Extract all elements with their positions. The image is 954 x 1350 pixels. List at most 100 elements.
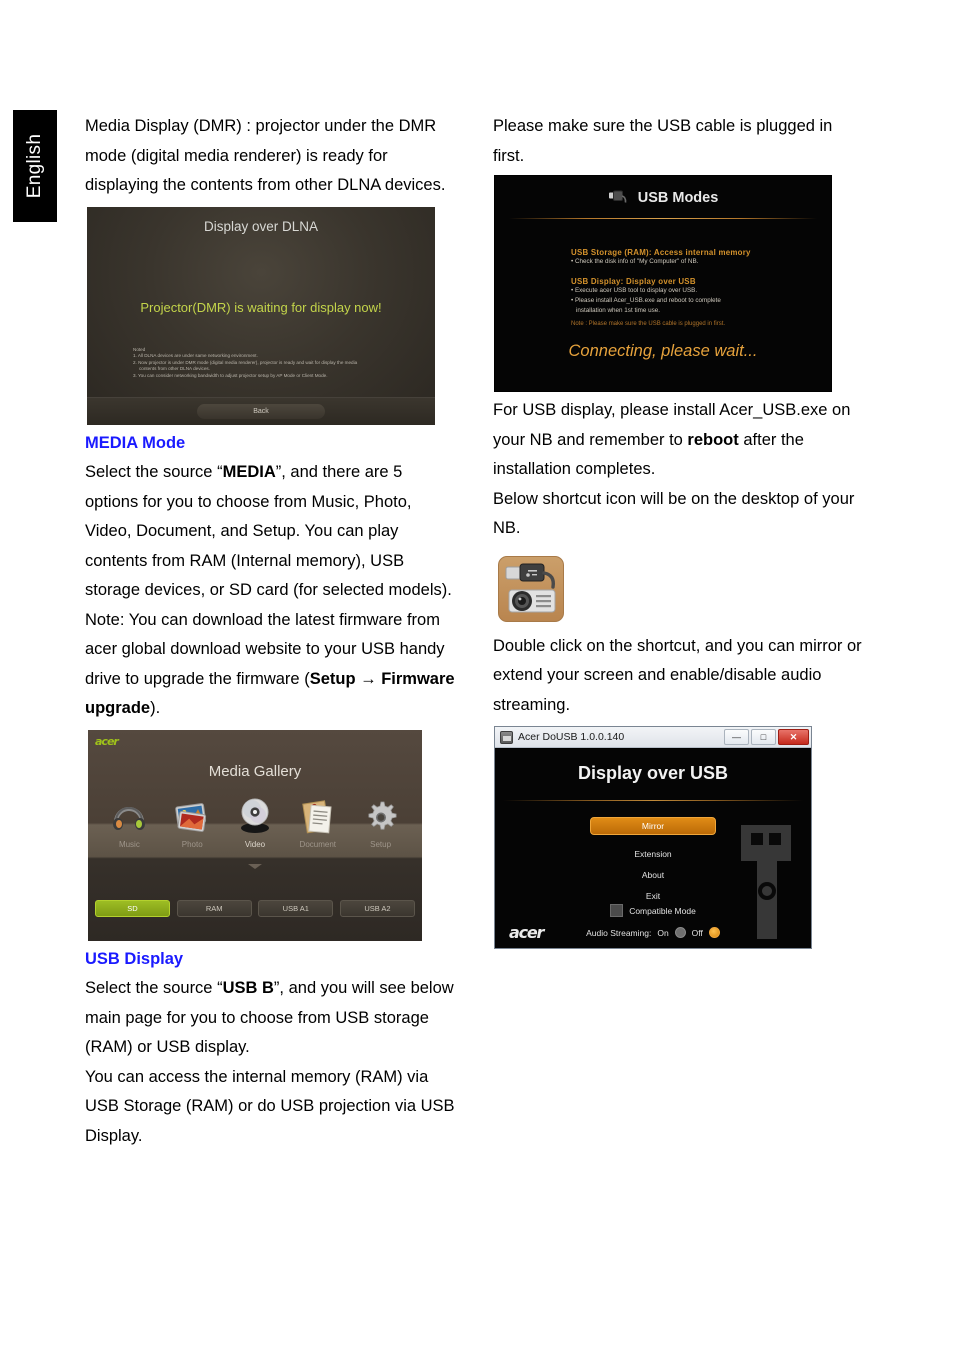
dlna-note-item: 3. You can consider networking bandwidth…	[133, 372, 328, 378]
audio-on-label: On	[657, 927, 669, 938]
headphones-icon	[100, 796, 158, 838]
usb-modes-bullet: • Please install Acer_USB.exe and reboot…	[571, 297, 721, 304]
media-mode-heading: MEDIA Mode	[85, 433, 186, 452]
usb-modes-section-title: USB Display: Display over USB	[571, 277, 696, 286]
media-gallery-item-label: Video	[244, 839, 266, 849]
chevron-down-icon	[248, 863, 262, 869]
disc-icon	[226, 796, 284, 838]
dlna-bottom-bar: Back	[87, 396, 435, 425]
usb-display-heading: USB Display	[85, 949, 184, 968]
dousb-extension-button[interactable]: Extension	[495, 849, 811, 859]
dousb-screen: Display over USB Mirror Extension About …	[495, 749, 811, 948]
media-gallery-item-document[interactable]: Document	[289, 796, 347, 849]
dlna-notes: Noted 1. All DLNA devices are under same…	[133, 347, 427, 380]
intro-paragraph: Media Display (DMR) : projector under th…	[85, 117, 446, 194]
install-paragraph-1: For USB display, please install Acer_USB…	[493, 396, 865, 485]
media-mode-note: Note: You can download the latest firmwa…	[85, 606, 457, 724]
media-gallery-item-label: Document	[299, 839, 337, 849]
dousb-exit-button[interactable]: Exit	[495, 891, 811, 901]
audio-on-radio[interactable]	[674, 927, 686, 938]
audio-streaming-label: Audio Streaming:	[586, 927, 652, 938]
install-p-bold: reboot	[687, 430, 739, 449]
media-gallery-item-music[interactable]: Music	[100, 796, 158, 849]
media-mode-p-rest: ”, and there are 5 options for you to ch…	[85, 463, 452, 599]
usb-modes-screenshot: USB Modes USB Storage (RAM): Access inte…	[494, 175, 832, 392]
dousb-titlebar: Acer DoUSB 1.0.0.140 — □ ✕	[495, 727, 811, 748]
media-gallery-item-label: Setup	[370, 839, 392, 849]
right-column: Please make sure the USB cable is plugge…	[493, 112, 865, 949]
source-button-usb-a2[interactable]: USB A2	[339, 899, 415, 917]
usb-plug-and-projector-icon	[505, 563, 556, 612]
dousb-screen-title: Display over USB	[577, 763, 729, 783]
audio-off-radio[interactable]	[708, 927, 720, 938]
compatible-mode-label: Compatible Mode	[629, 905, 696, 916]
usb-display-p-prefix: Select the source “	[85, 979, 223, 997]
language-tab-label: English	[24, 133, 46, 199]
source-button-usb-a1[interactable]: USB A1	[258, 899, 334, 917]
dlna-back-button[interactable]: Back	[197, 403, 325, 419]
media-mode-p-prefix: Select the source “	[85, 463, 223, 481]
usb-modes-status: Connecting, please wait...	[568, 342, 758, 360]
language-tab: English	[13, 110, 57, 222]
dousb-mirror-button[interactable]: Mirror	[590, 817, 716, 835]
double-click-paragraph: Double click on the shortcut, and you ca…	[493, 636, 862, 714]
cable-note-paragraph: Please make sure the USB cable is plugge…	[493, 117, 833, 165]
usb-modes-bullet: installation when 1st time use.	[576, 307, 661, 314]
usb-modes-divider	[509, 218, 817, 219]
usb-modes-heading-row: USB Modes	[495, 188, 831, 208]
audio-off-label: Off	[691, 927, 703, 938]
dousb-compatible-mode-row[interactable]: Compatible Mode	[495, 904, 811, 917]
usb-modes-bullet: • Check the disk info of "My Computer" o…	[571, 258, 699, 265]
dousb-window-title: Acer DoUSB 1.0.0.140	[518, 731, 625, 743]
usb-modes-bullet: • Execute acer USB tool to display over …	[571, 287, 698, 294]
media-gallery-item-video[interactable]: Video	[226, 796, 284, 849]
dousb-divider	[503, 800, 803, 801]
media-gallery-item-setup[interactable]: Setup	[352, 796, 410, 849]
usb-modes-section-display: USB Display: Display over USB • Execute …	[571, 277, 817, 316]
usb-modes-heading-label: USB Modes	[637, 189, 719, 206]
media-mode-p-bold: MEDIA	[222, 463, 276, 481]
usb-display-p-bold: USB B	[222, 979, 274, 997]
dousb-about-button[interactable]: About	[495, 870, 811, 880]
dlna-note-item: 2. Now projector is under DMR mode (digi…	[133, 359, 358, 365]
close-button[interactable]: ✕	[778, 729, 809, 745]
source-button-sd[interactable]: SD	[95, 899, 170, 917]
dlna-notes-heading: Noted	[133, 346, 146, 352]
maximize-button[interactable]: □	[751, 729, 776, 745]
dlna-screen-title: Display over DLNA	[203, 218, 319, 234]
left-column: Media Display (DMR) : projector under th…	[85, 112, 457, 1151]
media-mode-note-suffix: ).	[150, 699, 161, 717]
source-button-ram[interactable]: RAM	[176, 899, 252, 917]
dousb-acer-logo: acer	[509, 923, 544, 942]
usb-connector-icon	[608, 188, 628, 208]
media-gallery-title: Media Gallery	[208, 762, 302, 780]
media-gallery-source-bar: SD RAM USB A1 USB A2	[88, 899, 422, 917]
acer-dousb-window: Acer DoUSB 1.0.0.140 — □ ✕ Display over …	[494, 726, 812, 949]
dlna-note-item: 1. All DLNA devices are under same netwo…	[133, 353, 258, 359]
minimize-button[interactable]: —	[724, 729, 749, 745]
usb-modes-section-title: USB Storage (RAM): Access internal memor…	[571, 248, 751, 257]
acer-logo: acer	[95, 734, 119, 748]
media-gallery-screenshot: acer Media Gallery Music Photo Video Doc…	[88, 729, 422, 941]
media-gallery-item-label: Music	[118, 839, 140, 849]
dousb-app-icon	[500, 730, 513, 744]
dlna-note-item: contents from other DLNA devices.	[139, 366, 210, 372]
media-mode-note-bold-1: Setup →	[309, 669, 377, 688]
window-controls: — □ ✕	[724, 729, 809, 745]
compatible-mode-checkbox[interactable]	[610, 904, 624, 917]
dlna-status-text: Projector(DMR) is waiting for display no…	[140, 299, 382, 315]
document-icon	[289, 796, 347, 838]
usb-display-paragraph: Select the source “USB B”, and you will …	[85, 974, 457, 1063]
gear-icon	[352, 796, 410, 838]
usb-modes-section-storage: USB Storage (RAM): Access internal memor…	[571, 248, 817, 267]
photo-icon	[163, 796, 221, 838]
media-gallery-item-photo[interactable]: Photo	[163, 796, 221, 849]
media-gallery-icon-row: Music Photo Video Document Setup	[88, 796, 422, 849]
usb-modes-note: Note : Please make sure the USB cable is…	[571, 321, 726, 327]
media-gallery-item-label: Photo	[181, 839, 203, 849]
usb-display-paragraph-2: You can access the internal memory (RAM)…	[85, 1067, 455, 1145]
media-mode-paragraph: Select the source “MEDIA”, and there are…	[85, 458, 457, 606]
install-paragraph-2: Below shortcut icon will be on the deskt…	[493, 489, 855, 538]
display-over-dlna-screenshot: Display over DLNA Projector(DMR) is wait…	[87, 206, 435, 425]
acer-dousb-desktop-shortcut-icon[interactable]	[498, 555, 564, 622]
